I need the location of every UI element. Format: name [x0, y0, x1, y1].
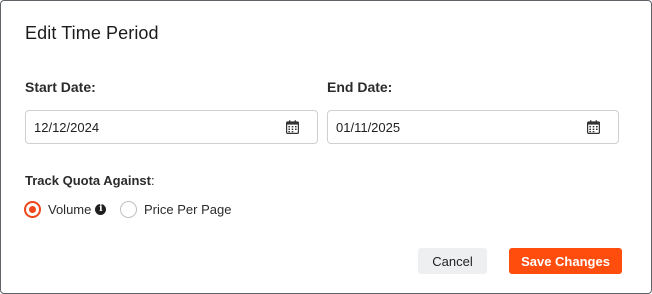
- save-changes-button[interactable]: Save Changes: [509, 248, 622, 274]
- radio-price-per-page-circle[interactable]: [120, 201, 137, 218]
- cancel-button[interactable]: Cancel: [418, 248, 487, 274]
- start-date-input[interactable]: 12/12/2024: [25, 110, 318, 144]
- track-quota-label-colon: :: [150, 173, 155, 188]
- end-date-input[interactable]: 01/11/2025: [327, 110, 619, 144]
- calendar-icon[interactable]: [286, 120, 299, 134]
- radio-price-per-page[interactable]: Price Per Page: [120, 201, 231, 218]
- end-date-label: End Date:: [327, 79, 393, 95]
- end-date-value: 01/11/2025: [336, 120, 401, 135]
- radio-volume[interactable]: Volume i: [24, 201, 107, 218]
- dialog-title: Edit Time Period: [25, 23, 159, 43]
- radio-volume-label: Volume: [48, 202, 92, 217]
- track-quota-label: Track Quota Against:: [25, 173, 155, 188]
- info-icon[interactable]: i: [95, 204, 107, 215]
- track-quota-label-text: Track Quota Against: [25, 173, 151, 188]
- calendar-icon[interactable]: [587, 120, 600, 134]
- start-date-value: 12/12/2024: [34, 120, 100, 135]
- radio-price-per-page-label: Price Per Page: [144, 202, 232, 217]
- edit-time-period-dialog: Edit Time Period Start Date: End Date: 1…: [0, 0, 652, 294]
- start-date-label: Start Date:: [25, 79, 96, 95]
- radio-volume-circle[interactable]: [24, 201, 41, 218]
